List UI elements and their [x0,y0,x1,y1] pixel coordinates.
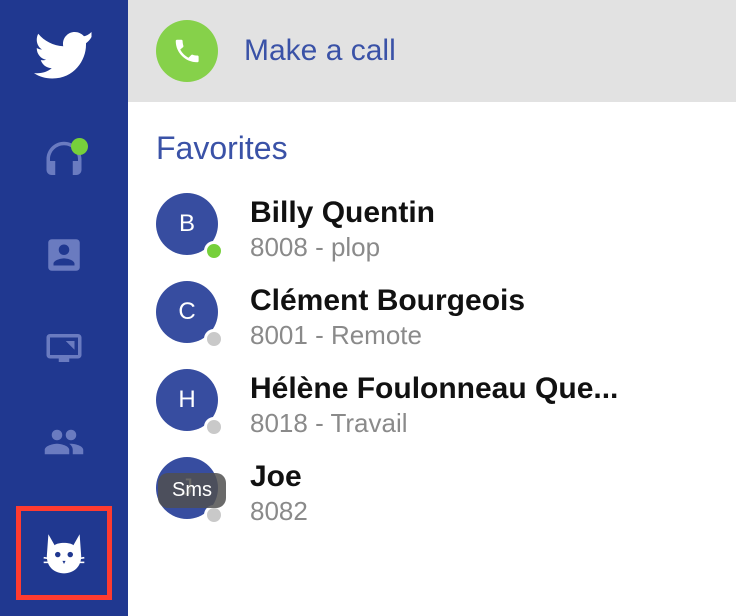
nav-screenshare[interactable] [34,319,94,378]
contact-subline: 8082 [250,496,736,527]
sidebar [0,0,128,616]
contact-row[interactable]: C Clément Bourgeois 8001 - Remote [128,273,736,361]
cat-icon [39,528,89,578]
contact-info: Joe 8082 [250,460,736,527]
contact-subline: 8001 - Remote [250,320,736,351]
avatar: C [156,281,228,353]
contact-row[interactable]: H Hélène Foulonneau Que... 8018 - Travai… [128,361,736,449]
app-logo[interactable] [34,22,94,82]
status-dot-online [204,241,224,261]
contact-name: Hélène Foulonneau Que... [250,372,736,406]
avatar: B [156,193,228,265]
make-call-label[interactable]: Make a call [244,34,396,68]
main-panel: Make a call Favorites B Billy Quentin 80… [128,0,736,616]
contact-name: Joe [250,460,736,494]
sms-badge: Sms [158,473,226,508]
contact-name: Billy Quentin [250,196,736,230]
contact-info: Billy Quentin 8008 - plop [250,196,736,263]
nav-calls[interactable] [34,132,94,191]
avatar: J Sms [156,457,228,529]
contact-info: Clément Bourgeois 8001 - Remote [250,284,736,351]
presence-indicator [71,138,88,155]
contact-subline: 8008 - plop [250,232,736,263]
phone-icon [172,36,202,66]
contact-book-icon [43,234,85,276]
contact-name: Clément Bourgeois [250,284,736,318]
contact-info: Hélène Foulonneau Que... 8018 - Travail [250,372,736,439]
nav-contacts[interactable] [34,226,94,285]
contact-row[interactable]: J Sms Joe 8082 [128,449,736,537]
avatar: H [156,369,228,441]
plugin-highlight[interactable] [16,506,112,600]
nav-group[interactable] [34,413,94,472]
make-call-button[interactable] [156,20,218,82]
group-icon [43,421,85,463]
call-bar: Make a call [128,0,736,102]
screen-share-icon [43,327,85,369]
contact-subline: 8018 - Travail [250,408,736,439]
status-dot-offline [204,417,224,437]
status-dot-offline [204,329,224,349]
section-title-favorites: Favorites [128,102,736,185]
status-dot-offline [204,505,224,525]
bird-icon [34,22,94,82]
contact-row[interactable]: B Billy Quentin 8008 - plop [128,185,736,273]
